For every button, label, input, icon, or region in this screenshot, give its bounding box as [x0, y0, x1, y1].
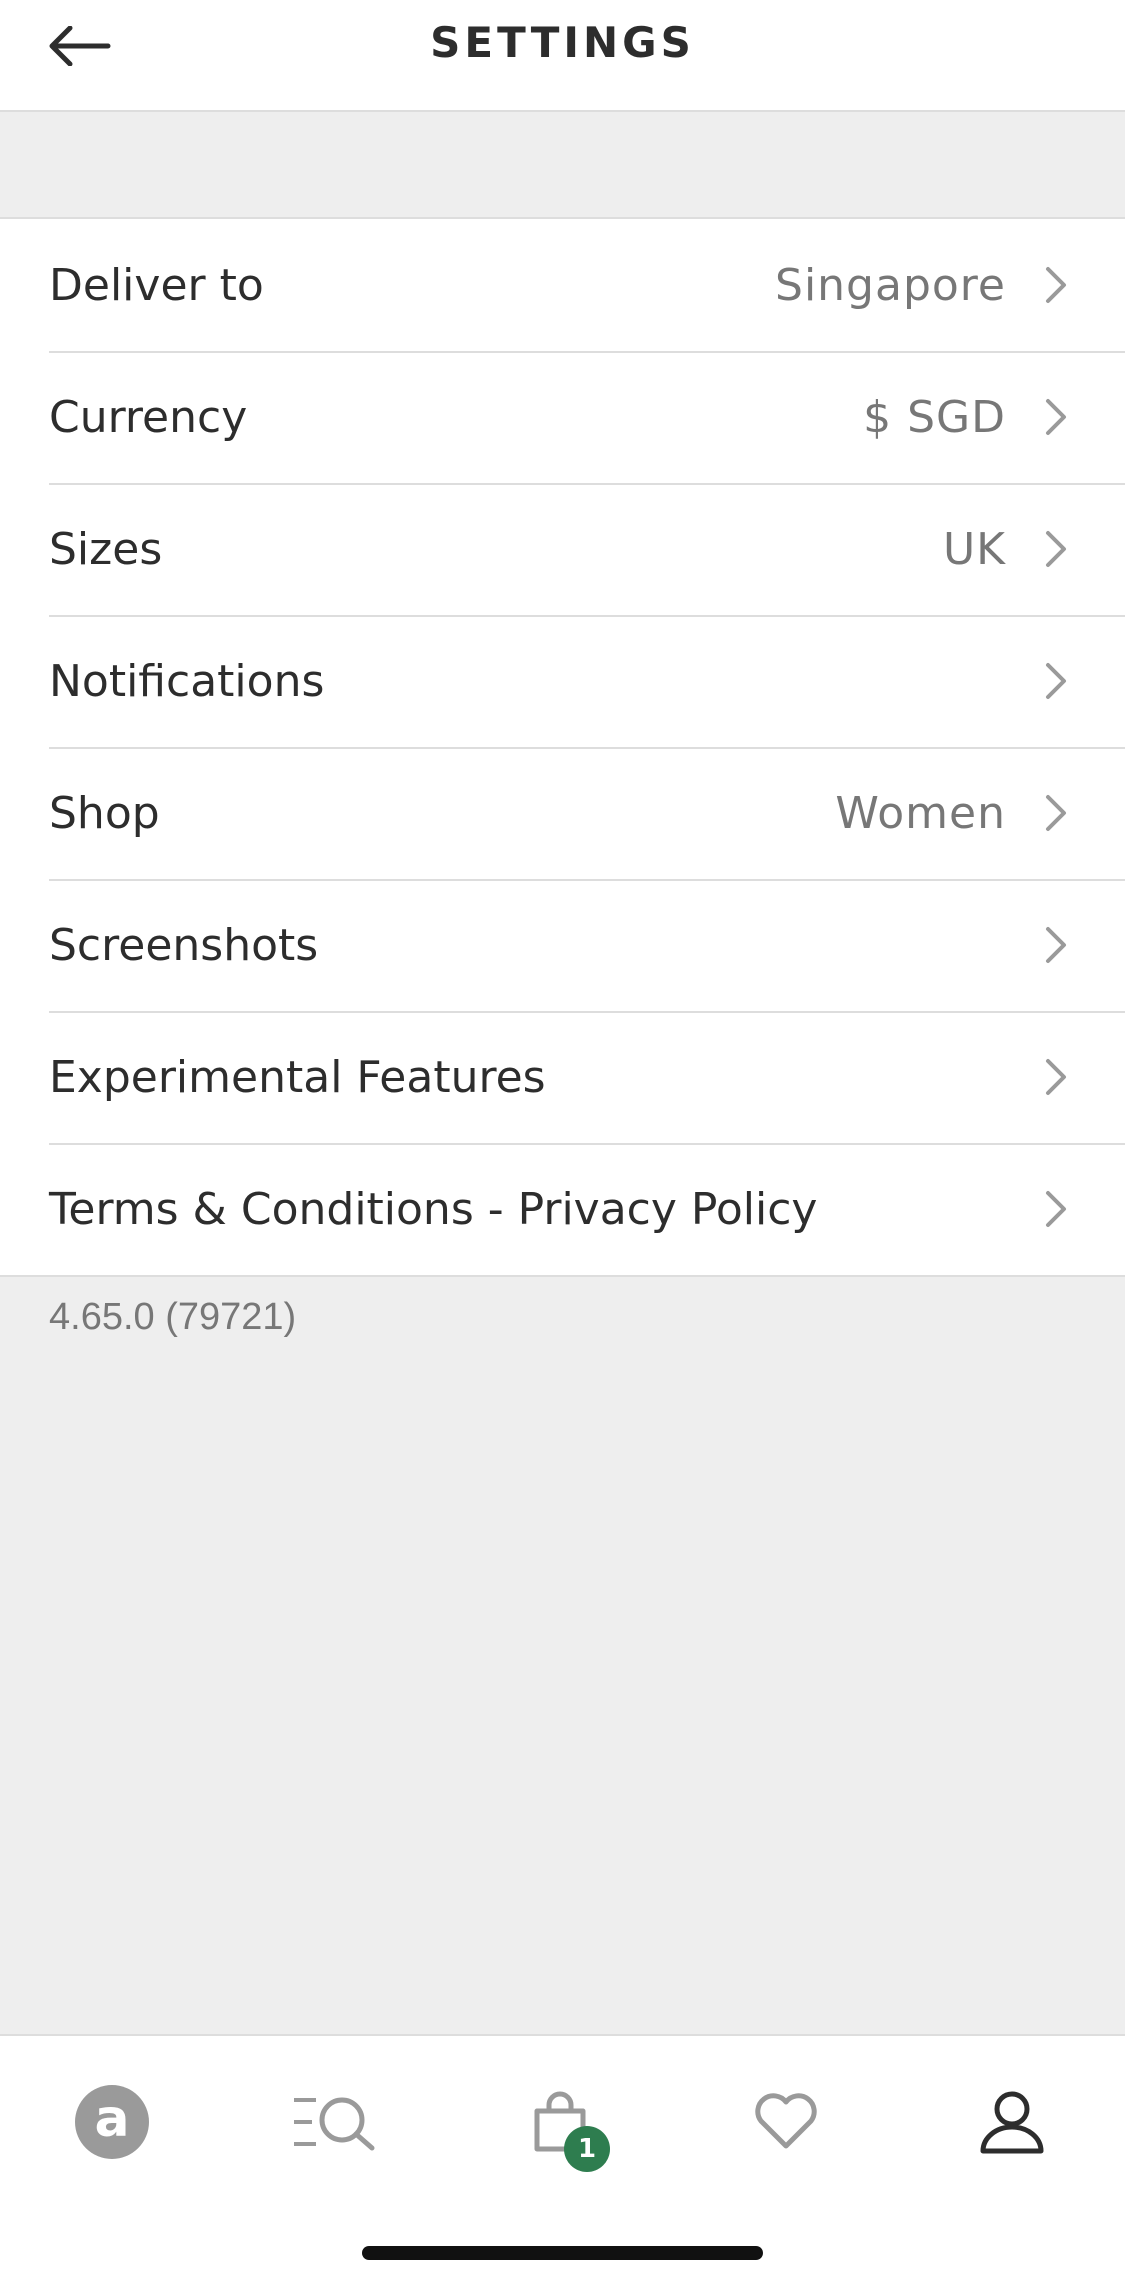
setting-value: $ SGD	[863, 391, 1006, 443]
home-logo-letter: a	[94, 2089, 130, 2149]
setting-label: Notifications	[49, 655, 325, 707]
chevron-right-icon	[1036, 657, 1076, 705]
tab-saved[interactable]	[736, 2072, 836, 2172]
setting-label: Experimental Features	[49, 1051, 546, 1103]
chevron-right-icon	[1036, 789, 1076, 837]
chevron-right-icon	[1036, 1185, 1076, 1233]
setting-terms-privacy[interactable]: Terms & Conditions - Privacy Policy	[0, 1143, 1125, 1275]
tab-home[interactable]: a	[62, 2072, 162, 2172]
chevron-right-icon	[1036, 1053, 1076, 1101]
bag-count-badge: 1	[564, 2126, 610, 2172]
setting-label: Currency	[49, 391, 248, 443]
tab-bag[interactable]: 1	[510, 2072, 610, 2172]
setting-value: Singapore	[775, 259, 1006, 311]
setting-shop[interactable]: Shop Women	[0, 747, 1125, 879]
search-menu-icon	[294, 2097, 375, 2151]
setting-label: Shop	[49, 787, 160, 839]
chevron-right-icon	[1036, 921, 1076, 969]
setting-label: Terms & Conditions - Privacy Policy	[49, 1183, 818, 1235]
chevron-right-icon	[1036, 393, 1076, 441]
chevron-right-icon	[1036, 525, 1076, 573]
home-indicator	[362, 2246, 763, 2260]
setting-sizes[interactable]: Sizes UK	[0, 483, 1125, 615]
app-version: 4.65.0 (79721)	[49, 1296, 297, 1338]
settings-screen: SETTINGS Deliver to Singapore Currency $…	[0, 0, 1125, 2284]
setting-label: Screenshots	[49, 919, 319, 971]
setting-value: Women	[835, 787, 1006, 839]
settings-list: Deliver to Singapore Currency $ SGD Size…	[0, 217, 1125, 1277]
tab-account[interactable]	[962, 2072, 1062, 2172]
setting-label: Sizes	[49, 523, 163, 575]
chevron-right-icon	[1036, 261, 1076, 309]
setting-value: UK	[942, 523, 1006, 575]
account-icon	[980, 2091, 1044, 2154]
home-logo-icon: a	[75, 2085, 149, 2159]
page-title: SETTINGS	[430, 18, 695, 67]
heart-icon	[755, 2093, 817, 2149]
setting-deliver-to[interactable]: Deliver to Singapore	[0, 219, 1125, 351]
setting-notifications[interactable]: Notifications	[0, 615, 1125, 747]
header: SETTINGS	[0, 0, 1125, 112]
setting-screenshots[interactable]: Screenshots	[0, 879, 1125, 1011]
setting-label: Deliver to	[49, 259, 264, 311]
setting-experimental-features[interactable]: Experimental Features	[0, 1011, 1125, 1143]
tab-search[interactable]	[285, 2072, 385, 2172]
setting-currency[interactable]: Currency $ SGD	[0, 351, 1125, 483]
